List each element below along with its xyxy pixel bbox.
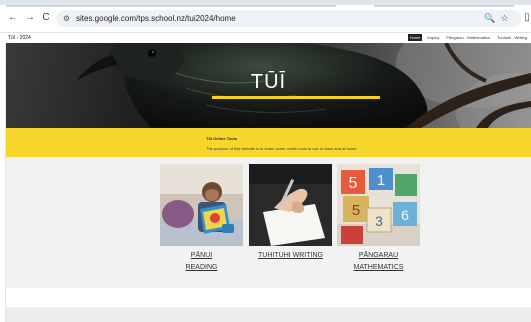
- tab-active-indicator: [6, 5, 336, 7]
- nav-item-mathematics[interactable]: Pāngarau - Mathematics: [444, 34, 492, 41]
- address-bar[interactable]: ⚙ sites.google.com/tps.school.nz/tui2024…: [56, 10, 521, 27]
- browser-toolbar: ← → C ⚙ sites.google.com/tps.school.nz/t…: [0, 0, 531, 33]
- nav-item-home[interactable]: Home: [407, 34, 423, 41]
- reading-image[interactable]: [160, 164, 243, 246]
- extension-icon[interactable]: ▯: [523, 12, 531, 24]
- svg-text:6: 6: [401, 207, 409, 223]
- hero-title-underline: [212, 96, 380, 99]
- tab-inactive-indicator: [374, 5, 514, 7]
- nav-item-inquiry[interactable]: Inquiry: [425, 34, 441, 41]
- reading-link-line1[interactable]: PĀNUI: [160, 250, 243, 262]
- writing-link[interactable]: TUHITUHI WRITING: [249, 250, 332, 262]
- intro-band: Tūī Online Tools The purpose of this web…: [6, 128, 531, 157]
- intro-heading: Tūī Online Tools: [206, 136, 238, 141]
- back-arrow-icon[interactable]: ←: [7, 12, 19, 24]
- mathematics-link-line2[interactable]: MATHEMATICS: [337, 262, 420, 274]
- bookmark-star-icon[interactable]: ☆: [499, 13, 510, 24]
- reload-icon[interactable]: C: [40, 12, 52, 24]
- svg-text:1: 1: [377, 172, 385, 189]
- forward-arrow-icon[interactable]: →: [24, 12, 36, 24]
- svg-text:3: 3: [375, 213, 383, 229]
- footer-section: [6, 307, 531, 322]
- site-header: Tūī - 2024 Home Inquiry Pāngarau - Mathe…: [0, 33, 531, 43]
- site-title[interactable]: Tūī - 2024: [8, 34, 31, 42]
- mathematics-image[interactable]: 5 1 5 3 6: [337, 164, 420, 246]
- nav-item-writing[interactable]: Tuhituhi - Writing: [495, 34, 529, 41]
- intro-text: The purpose of this website is to share …: [206, 146, 358, 151]
- hero-banner: TŪĪ: [6, 43, 531, 128]
- url-text[interactable]: sites.google.com/tps.school.nz/tui2024/h…: [76, 13, 236, 24]
- site-info-icon[interactable]: ⚙: [61, 13, 72, 24]
- reading-link-line2[interactable]: READING: [160, 262, 243, 274]
- svg-text:5: 5: [349, 175, 358, 192]
- writing-image[interactable]: [249, 164, 332, 246]
- zoom-icon[interactable]: 🔍: [484, 13, 495, 24]
- hero-title: TŪĪ: [250, 71, 287, 93]
- svg-text:5: 5: [352, 202, 360, 219]
- mathematics-link-line1[interactable]: PĀNGARAU: [337, 250, 420, 262]
- site-nav: Home Inquiry Pāngarau - Mathematics Tuhi…: [407, 34, 529, 41]
